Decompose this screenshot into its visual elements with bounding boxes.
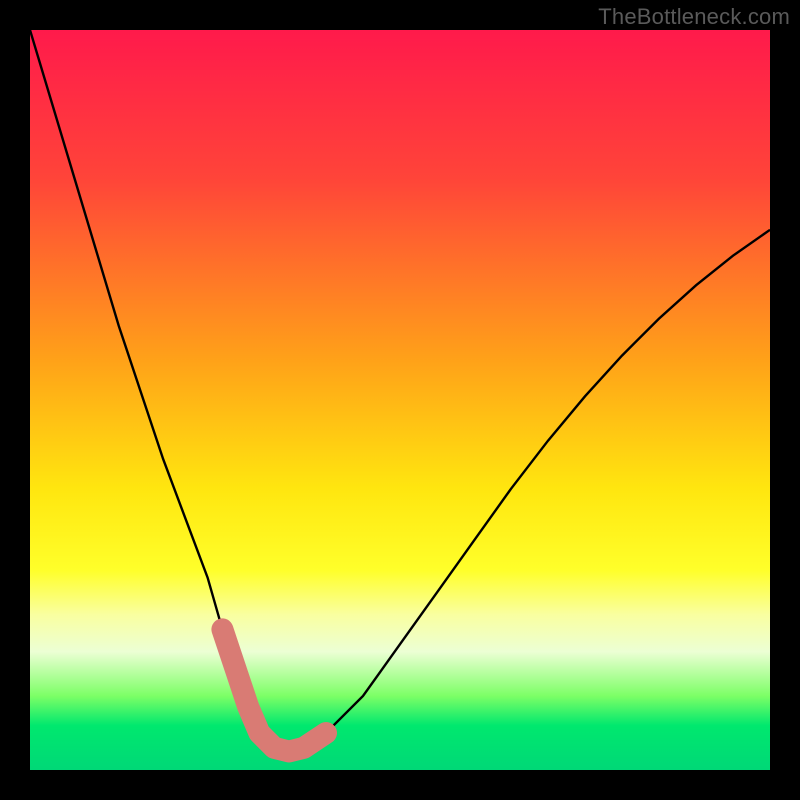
bottleneck-plot [30, 30, 770, 770]
watermark-text: TheBottleneck.com [598, 4, 790, 30]
chart-frame: TheBottleneck.com [0, 0, 800, 800]
plot-background [30, 30, 770, 770]
